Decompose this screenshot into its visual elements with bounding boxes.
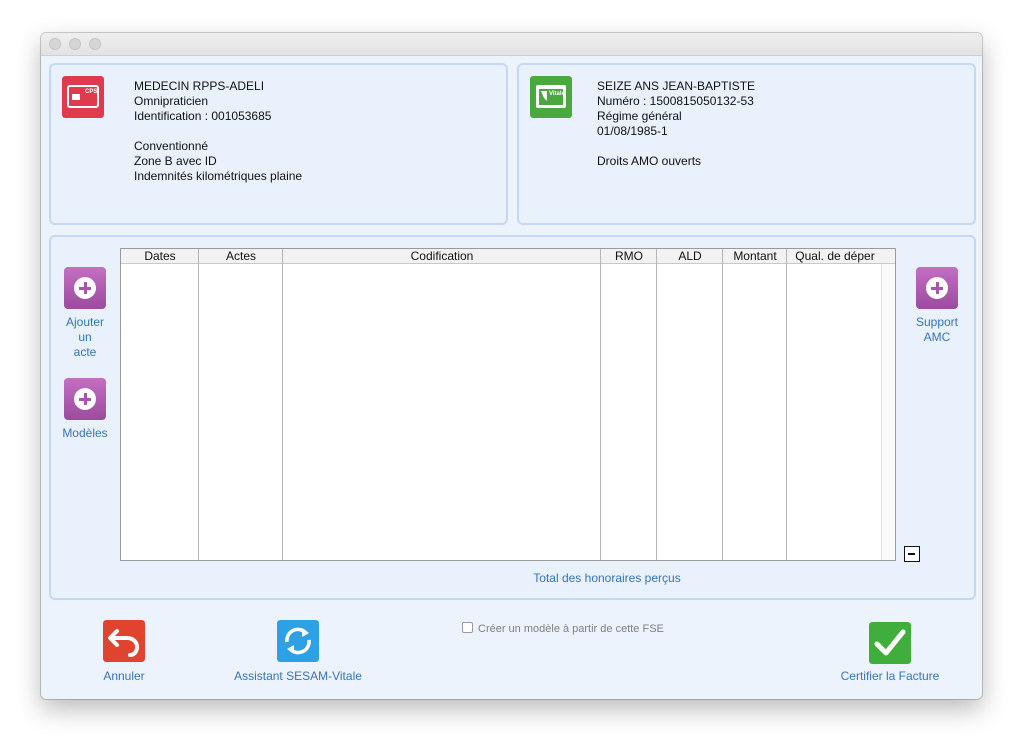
models-label[interactable]: Modèles <box>50 426 120 441</box>
column-divider <box>786 249 787 560</box>
column-divider <box>282 249 283 560</box>
column-header-rmo[interactable]: RMO <box>601 249 657 263</box>
title-bar <box>41 33 982 56</box>
cps-card-icon: CPS <box>62 76 104 118</box>
cancel-label[interactable]: Annuler <box>84 669 164 684</box>
models-button[interactable] <box>64 378 106 420</box>
vitale-card-icon: Vitale <box>530 76 572 118</box>
zoom-window-button[interactable] <box>89 38 101 50</box>
column-divider <box>198 249 199 560</box>
support-amc-label[interactable]: Support AMC <box>902 315 972 345</box>
certify-invoice-label[interactable]: Certifier la Facture <box>820 669 960 684</box>
doctor-identification: Identification : 001053685 <box>134 109 272 123</box>
certify-invoice-button[interactable] <box>869 622 911 664</box>
create-model-label: Créer un modèle à partir de cette FSE <box>478 623 664 635</box>
minimize-window-button[interactable] <box>69 38 81 50</box>
column-header-qual-depenses[interactable]: Qual. de déper <box>787 249 883 263</box>
patient-rights: Droits AMO ouverts <box>597 154 702 168</box>
patient-number: Numéro : 1500815050132-53 <box>597 94 754 108</box>
assistant-sesam-vitale-button[interactable] <box>277 620 319 662</box>
patient-regime: Régime général <box>597 109 682 123</box>
plus-icon <box>74 277 96 299</box>
column-header-montant[interactable]: Montant <box>723 249 787 263</box>
column-header-actes[interactable]: Actes <box>199 249 283 263</box>
add-act-label[interactable]: Ajouter un acte <box>50 315 120 360</box>
doctor-zone: Zone B avec ID <box>134 154 217 168</box>
assistant-sesam-vitale-label[interactable]: Assistant SESAM-Vitale <box>208 669 388 684</box>
column-divider <box>600 249 601 560</box>
fse-window: CPS MEDECIN RPPS-ADELI Omnipraticien Ide… <box>41 33 982 699</box>
doctor-panel: CPS MEDECIN RPPS-ADELI Omnipraticien Ide… <box>49 63 508 225</box>
column-divider <box>722 249 723 560</box>
cancel-button[interactable] <box>103 620 145 662</box>
acts-table-header: Dates Actes Codification RMO ALD Montant… <box>121 249 895 264</box>
doctor-info: MEDECIN RPPS-ADELI Omnipraticien Identif… <box>134 79 302 184</box>
column-header-ald[interactable]: ALD <box>657 249 723 263</box>
plus-icon <box>74 388 96 410</box>
patient-info: SEIZE ANS JEAN-BAPTISTE Numéro : 1500815… <box>597 79 755 169</box>
support-amc-button[interactable] <box>916 267 958 309</box>
doctor-indemnities: Indemnités kilométriques plaine <box>134 169 303 183</box>
create-model-option[interactable]: Créer un modèle à partir de cette FSE <box>462 622 664 636</box>
table-scrollbar[interactable] <box>881 264 895 560</box>
svg-text:CPS: CPS <box>85 89 97 95</box>
close-window-button[interactable] <box>49 38 61 50</box>
doctor-specialty: Omnipraticien <box>134 94 209 108</box>
total-honoraires-label: Total des honoraires perçus <box>533 571 681 585</box>
column-divider <box>656 249 657 560</box>
column-header-codification[interactable]: Codification <box>283 249 601 263</box>
remove-act-button[interactable] <box>904 546 920 562</box>
doctor-name: MEDECIN RPPS-ADELI <box>134 79 265 93</box>
patient-name: SEIZE ANS JEAN-BAPTISTE <box>597 79 756 93</box>
plus-icon <box>926 277 948 299</box>
svg-text:Vitale: Vitale <box>549 91 566 97</box>
patient-birth: 01/08/1985-1 <box>597 124 668 138</box>
add-act-button[interactable] <box>64 267 106 309</box>
column-header-dates[interactable]: Dates <box>121 249 199 263</box>
acts-table[interactable]: Dates Actes Codification RMO ALD Montant… <box>120 248 896 561</box>
patient-panel: Vitale SEIZE ANS JEAN-BAPTISTE Numéro : … <box>517 63 976 225</box>
doctor-convention: Conventionné <box>134 139 209 153</box>
create-model-checkbox[interactable] <box>462 622 473 633</box>
